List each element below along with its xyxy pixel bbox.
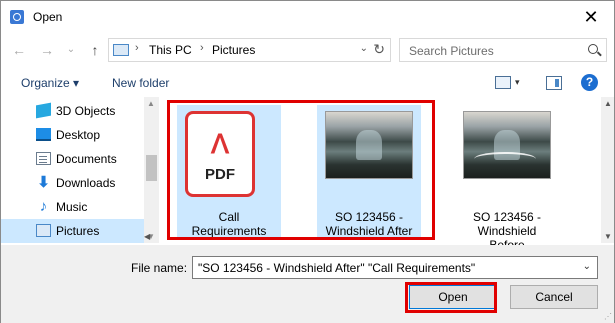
sidebar-item-downloads[interactable]: ⬇ Downloads [1, 171, 144, 195]
pdf-label: PDF [205, 166, 235, 183]
organize-button[interactable]: Organize ▾ [21, 76, 79, 90]
sidebar-item-3d-objects[interactable]: 3D Objects [1, 99, 144, 123]
sidebar-item-label: Desktop [56, 128, 101, 142]
sidebar-item-label: 3D Objects [56, 104, 116, 118]
new-folder-button[interactable]: New folder [112, 76, 169, 90]
file-name-value: "SO 123456 - Windshield After" "Call Req… [198, 261, 476, 275]
file-list: ᐱ PDF Call Requirements SO 123456 - Wind… [161, 97, 601, 252]
file-name-label: Call Requirements [191, 210, 267, 238]
command-bar: Organize ▾ New folder ▾ ? [1, 69, 614, 97]
sidebar-item-music[interactable]: ♪ Music [1, 195, 144, 219]
help-icon[interactable]: ? [581, 74, 598, 91]
navigation-pane-scrollbar[interactable]: ▲ ▼ [144, 97, 159, 243]
file-item-call-requirements[interactable]: ᐱ PDF Call Requirements [177, 105, 281, 239]
sidebar-item-label: Downloads [56, 176, 116, 190]
pictures-folder-icon [113, 44, 129, 56]
dialog-footer: File name: "SO 123456 - Windshield After… [1, 245, 614, 323]
address-bar[interactable]: › This PC › Pictures ⌄ ↻ [108, 38, 391, 62]
desktop-icon [36, 128, 51, 141]
documents-icon [36, 152, 51, 165]
app-icon [10, 10, 24, 24]
file-list-scrollbar[interactable]: ▲ ▼ [601, 97, 614, 243]
breadcrumb-separator: › [135, 42, 139, 54]
breadcrumb-pictures[interactable]: Pictures [212, 43, 255, 57]
search-icon [588, 44, 598, 54]
scroll-up-icon[interactable]: ▲ [147, 99, 155, 108]
file-item-windshield-before[interactable]: SO 123456 - Windshield Before [455, 105, 559, 252]
acrobat-logo-icon: ᐱ [211, 129, 229, 159]
title-bar: Open ✕ [1, 1, 614, 33]
sidebar-item-label: Pictures [56, 224, 100, 238]
navigation-bar: ← → ⌄ ↑ › This PC › Pictures ⌄ ↻ Search … [1, 35, 614, 65]
file-name-dropdown-icon[interactable]: ⌄ [583, 261, 591, 272]
file-name-field[interactable]: "SO 123456 - Windshield After" "Call Req… [192, 256, 598, 279]
scroll-left-icon[interactable]: ◀ [144, 232, 150, 241]
sidebar-item-label: Documents [56, 152, 117, 166]
close-button[interactable]: ✕ [568, 1, 614, 33]
breadcrumb-this-pc[interactable]: This PC [149, 43, 192, 57]
forward-button[interactable]: → [37, 40, 57, 60]
sidebar-item-pictures[interactable]: Pictures [1, 219, 144, 243]
view-dropdown-icon[interactable]: ▾ [515, 77, 520, 88]
3d-objects-icon [36, 102, 51, 119]
downloads-icon: ⬇ [37, 174, 50, 191]
file-item-windshield-after[interactable]: SO 123456 - Windshield After [317, 105, 421, 239]
windshield-after-thumbnail [325, 111, 413, 179]
sidebar-item-documents[interactable]: Documents [1, 147, 144, 171]
navigation-pane: 3D Objects Desktop Documents ⬇ Downloads… [1, 97, 159, 243]
windshield-before-thumbnail [463, 111, 551, 179]
address-dropdown-icon[interactable]: ⌄ [360, 43, 368, 54]
window-title: Open [33, 10, 63, 24]
music-icon: ♪ [39, 198, 48, 215]
search-input[interactable]: Search Pictures [399, 38, 607, 62]
pictures-icon [36, 224, 51, 237]
pdf-file-icon: ᐱ PDF [185, 111, 255, 197]
sidebar-item-label: Music [56, 200, 88, 214]
file-name-field-label: File name: [131, 261, 188, 275]
open-dialog: Open ✕ ← → ⌄ ↑ › This PC › Pictures ⌄ ↻ … [0, 0, 615, 323]
sidebar-item-desktop[interactable]: Desktop [1, 123, 144, 147]
search-placeholder: Search Pictures [409, 44, 494, 58]
resize-grip-icon[interactable]: ⋰ [604, 312, 612, 321]
scroll-down-icon[interactable]: ▼ [604, 232, 612, 241]
scroll-up-icon[interactable]: ▲ [604, 99, 612, 108]
refresh-icon[interactable]: ↻ [373, 41, 385, 58]
recent-locations-button[interactable]: ⌄ [61, 40, 81, 60]
file-name-label: SO 123456 - Windshield After [325, 210, 413, 238]
up-button[interactable]: ↑ [85, 40, 105, 60]
preview-pane-icon[interactable] [546, 76, 562, 90]
cancel-button[interactable]: Cancel [510, 285, 598, 309]
breadcrumb-separator: › [200, 42, 204, 54]
scrollbar-thumb[interactable] [146, 155, 157, 181]
open-button[interactable]: Open [409, 285, 497, 309]
change-view-icon[interactable] [495, 76, 511, 89]
back-button[interactable]: ← [9, 40, 29, 60]
